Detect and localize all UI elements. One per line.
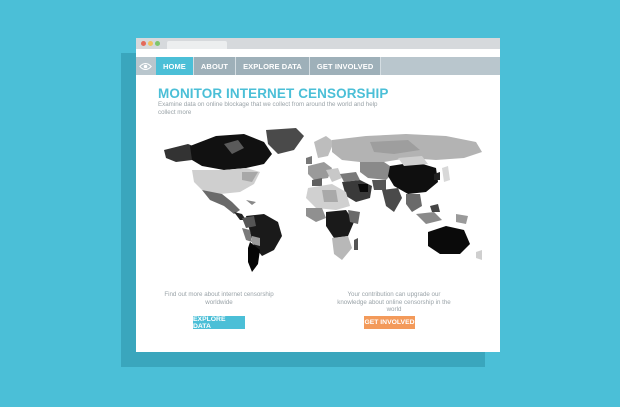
nav-explore-data[interactable]: EXPLORE DATA [236,57,310,75]
map-region-uk [306,156,312,164]
explore-data-button[interactable]: EXPLORE DATA [193,316,245,330]
minimize-button[interactable] [148,41,153,46]
nav-about[interactable]: ABOUT [193,57,237,75]
map-region-southeast-asia [406,194,422,212]
nav-bar: HOME ABOUT EXPLORE DATA GET INVOLVED [136,57,500,75]
maximize-button[interactable] [155,41,160,46]
map-region-greenland [266,128,304,154]
browser-window: HOME ABOUT EXPLORE DATA GET INVOLVED MON… [136,38,500,352]
map-region-scandinavia [314,136,334,158]
map-region-india [382,188,402,212]
title-bar [136,38,500,49]
nav-home[interactable]: HOME [156,57,194,75]
page-title: MONITOR INTERNET CENSORSHIP [158,86,389,101]
page-subtitle: Examine data on online blockage that we … [158,101,378,116]
map-region-southern-africa [332,236,352,260]
explore-text: Find out more about internet censorship … [164,291,274,306]
world-map-icon[interactable] [146,128,496,273]
browser-tab[interactable] [167,41,227,49]
map-region-australia [428,226,470,254]
eye-icon[interactable] [136,57,154,75]
map-region-japan [442,166,450,182]
map-region-colombia [242,216,256,228]
get-involved-button[interactable]: GET INVOLVED [364,316,415,329]
map-region-west-africa [306,208,326,222]
close-button[interactable] [141,41,146,46]
nav-get-involved[interactable]: GET INVOLVED [309,57,382,75]
involved-text: Your contribution can upgrade our knowle… [337,291,451,313]
